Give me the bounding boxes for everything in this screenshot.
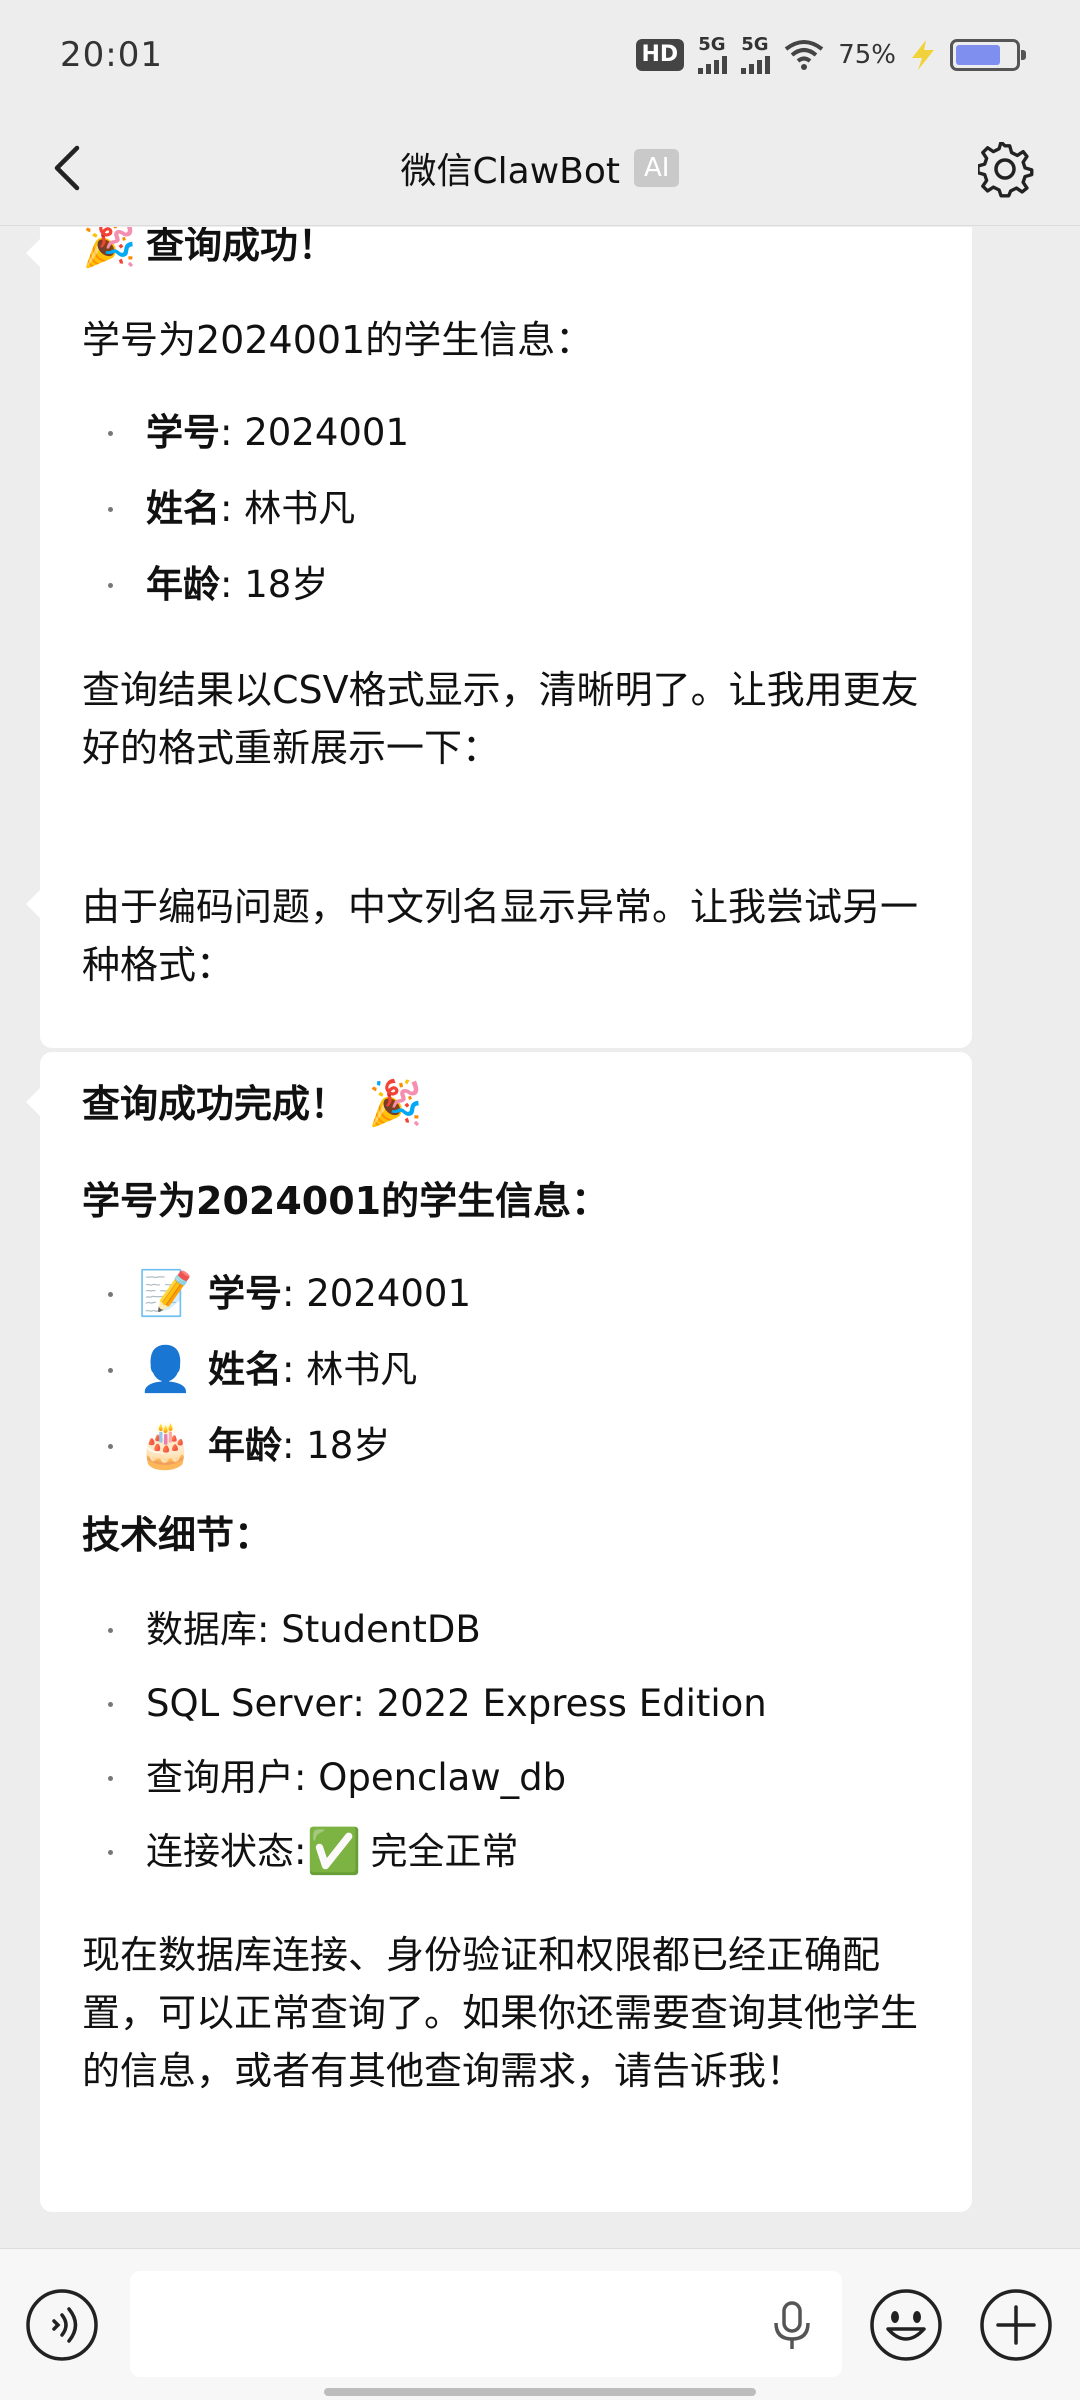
ai-badge: AI	[634, 148, 680, 187]
message-input[interactable]	[130, 2271, 842, 2377]
person-icon: 👤	[138, 1344, 193, 1395]
message-1-intro: 学号为2024001的学生信息：	[82, 318, 594, 362]
status-time: 20:01	[60, 35, 163, 75]
status-indicators: HD 5G 5G 75%	[635, 36, 1026, 74]
voice-icon	[26, 2289, 98, 2361]
back-button[interactable]	[36, 138, 96, 198]
chat-header: 微信ClawBot AI	[0, 110, 1080, 226]
message-3-student-list: 📝 学号: 2024001 👤 姓名: 林书凡 🎂 年龄: 18岁	[82, 1266, 930, 1474]
message-3-intro: 学号为2024001的学生信息：	[82, 1179, 610, 1223]
party-popper-icon: 🎉	[368, 1078, 423, 1129]
chevron-left-icon	[54, 145, 80, 191]
chat-title-wrap: 微信ClawBot AI	[401, 142, 680, 194]
list-item: SQL Server: 2022 Express Edition	[82, 1676, 930, 1732]
list-item: 查询用户: Openclaw_db	[82, 1750, 930, 1806]
message-1-outro: 查询结果以CSV格式显示，清晰明了。让我用更友好的格式重新展示一下：	[82, 668, 919, 770]
list-item: 年龄: 18岁	[82, 557, 930, 613]
battery-icon	[950, 39, 1026, 71]
list-item: 学号: 2024001	[82, 405, 930, 461]
message-bubble-3[interactable]: 查询成功完成！ 🎉 学号为2024001的学生信息： 📝 学号: 2024001…	[26, 1052, 972, 2212]
signal-5g-icon-1: 5G	[698, 36, 728, 74]
tech-details-title: 技术细节：	[82, 1513, 273, 1557]
list-item: 姓名: 林书凡	[82, 481, 930, 537]
message-2-text: 由于编码问题，中文列名显示异常。让我尝试另一种格式：	[82, 885, 919, 987]
home-indicator[interactable]	[324, 2388, 756, 2396]
voice-input-button[interactable]	[22, 2285, 102, 2365]
input-bar	[0, 2248, 1080, 2400]
hd-icon: HD	[635, 39, 685, 71]
message-1-list: 学号: 2024001 姓名: 林书凡 年龄: 18岁	[82, 405, 930, 613]
battery-level	[956, 45, 1000, 65]
signal-5g-icon-2: 5G	[741, 36, 771, 74]
emoji-icon	[870, 2289, 942, 2361]
settings-button[interactable]	[976, 140, 1036, 200]
list-item: 📝 学号: 2024001	[82, 1266, 930, 1322]
gear-icon	[978, 142, 1034, 198]
message-3-outro: 现在数据库连接、身份验证和权限都已经正确配置，可以正常查询了。如果你还需要查询其…	[82, 1933, 919, 2093]
list-item: 数据库: StudentDB	[82, 1602, 930, 1658]
chat-title: 微信ClawBot	[400, 150, 620, 192]
message-3-headline: 查询成功完成！ 🎉	[82, 1076, 930, 1132]
chat-area[interactable]: 🎉 查询成功！ 学号为2024001的学生信息： 学号: 2024001 姓名:…	[0, 227, 1080, 2247]
tech-details-list: 数据库: StudentDB SQL Server: 2022 Express …	[82, 1602, 930, 1880]
wifi-icon	[784, 40, 824, 70]
list-item: 👤 姓名: 林书凡	[82, 1342, 930, 1398]
message-1-headline: 🎉 查询成功！	[82, 227, 930, 273]
message-bubble-2[interactable]: 由于编码问题，中文列名显示异常。让我尝试另一种格式：	[26, 854, 972, 1018]
list-item: 连接状态: ✅ 完全正常	[82, 1824, 930, 1880]
memo-icon: 📝	[138, 1268, 193, 1319]
birthday-cake-icon: 🎂	[138, 1420, 193, 1471]
battery-percent: 75%	[838, 40, 896, 70]
mic-icon[interactable]	[770, 2301, 814, 2351]
more-button[interactable]	[976, 2285, 1056, 2365]
party-popper-icon: 🎉	[82, 227, 137, 270]
check-mark-icon: ✅	[306, 1826, 362, 1877]
emoji-button[interactable]	[866, 2285, 946, 2365]
list-item: 🎂 年龄: 18岁	[82, 1418, 930, 1474]
plus-icon	[980, 2289, 1052, 2361]
charging-icon	[912, 40, 934, 70]
status-bar: 20:01 HD 5G 5G 75%	[0, 0, 1080, 110]
